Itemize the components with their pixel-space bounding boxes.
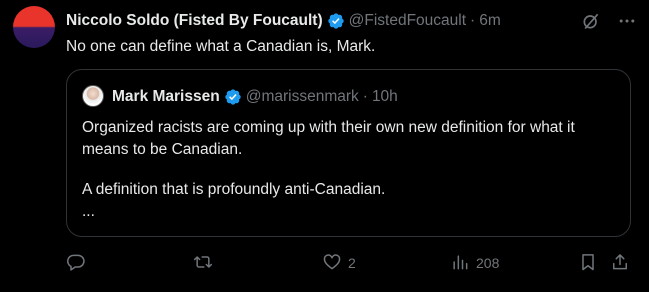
separator-dot: ·	[470, 12, 476, 29]
retweet-icon	[193, 252, 213, 275]
verified-badge-icon[interactable]	[327, 12, 345, 30]
share-button[interactable]	[610, 252, 630, 274]
quoted-author-name: Mark Marissen	[112, 88, 220, 105]
heart-icon	[322, 252, 342, 275]
analytics-icon	[450, 252, 470, 275]
reply-button[interactable]	[66, 252, 86, 274]
bookmark-icon	[578, 252, 598, 275]
quoted-tweet[interactable]: Mark Marissen @marissenmark · 10h Organi…	[66, 69, 631, 237]
verified-badge-icon	[224, 88, 242, 106]
author-avatar[interactable]	[13, 6, 55, 48]
like-count: 2	[348, 255, 356, 271]
like-button[interactable]: 2	[322, 252, 356, 274]
share-icon	[610, 252, 630, 275]
tweet-time[interactable]: 6m	[479, 12, 501, 30]
quoted-paragraph-1: Organized racists are coming up with the…	[82, 119, 575, 158]
views-count: 208	[476, 255, 500, 271]
views-button[interactable]: 208	[450, 252, 499, 274]
quoted-tweet-header: Mark Marissen @marissenmark · 10h	[112, 86, 398, 108]
tweet-text: No one can define what a Canadian is, Ma…	[66, 38, 376, 55]
retweet-button[interactable]	[193, 252, 213, 274]
author-handle[interactable]: @FistedFoucault	[349, 12, 466, 30]
grok-icon[interactable]	[581, 11, 601, 31]
quoted-author-handle: @marissenmark	[245, 88, 359, 105]
author-name[interactable]: Niccolo Soldo (Fisted By Foucault)	[66, 12, 323, 30]
separator-dot: ·	[362, 88, 368, 105]
quoted-tweet-time: 10h	[371, 88, 398, 105]
tweet-actions: 2 208	[66, 252, 636, 274]
tweet-header: Niccolo Soldo (Fisted By Foucault) @Fist…	[66, 10, 635, 32]
bookmark-button[interactable]	[578, 252, 598, 274]
quoted-paragraph-2: A definition that is profoundly anti-Can…	[82, 181, 386, 198]
tweet[interactable]: Niccolo Soldo (Fisted By Foucault) @Fist…	[0, 0, 649, 292]
more-options-icon[interactable]	[617, 11, 637, 31]
quoted-tweet-text: Organized racists are coming up with the…	[82, 117, 617, 223]
quoted-ellipsis: ...	[82, 203, 95, 220]
quoted-author-avatar[interactable]	[82, 85, 104, 107]
reply-icon	[66, 252, 86, 275]
